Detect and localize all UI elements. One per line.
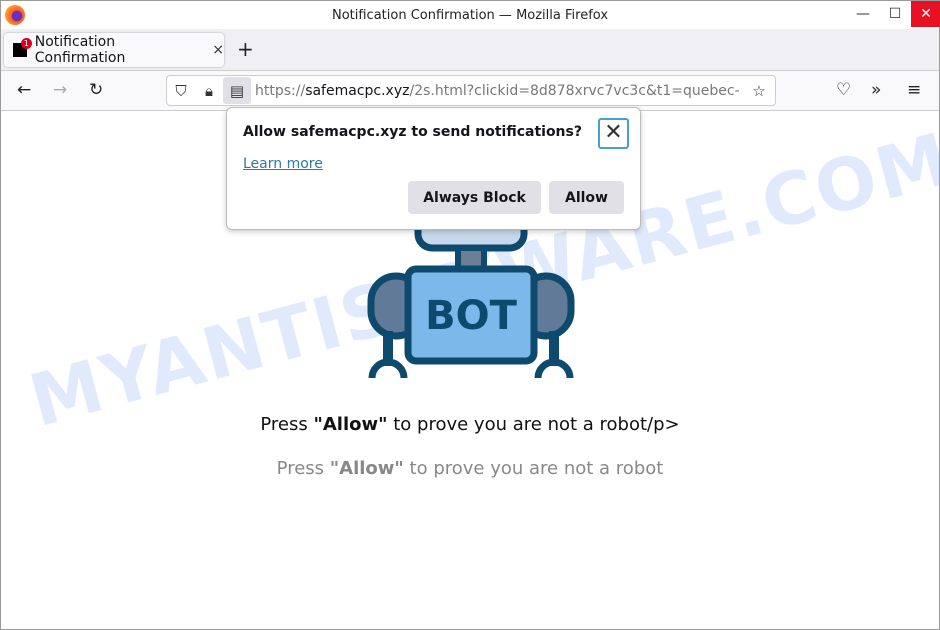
allow-button[interactable]: Allow xyxy=(549,181,624,214)
nav-bar: ← → ↻ ⛉ 🔒︎ ▤ https://safemacpc.xyz/2s.ht… xyxy=(1,71,939,111)
menu-icon[interactable]: ≡ xyxy=(907,80,921,100)
notification-permission-popup: Allow safemacpc.xyz to send notification… xyxy=(226,107,641,230)
shield-icon[interactable]: ⛉ xyxy=(167,82,195,100)
learn-more-link[interactable]: Learn more xyxy=(243,156,323,172)
tab-bar: Notification Confirmation × + xyxy=(1,29,939,71)
pocket-icon[interactable]: ♡ xyxy=(836,80,851,100)
window-title: Notification Confirmation — Mozilla Fire… xyxy=(331,8,609,23)
url-text[interactable]: https://safemacpc.xyz/2s.html?clickid=8d… xyxy=(255,83,745,99)
favicon-icon xyxy=(13,38,32,57)
instruction-text-secondary: Press "Allow" to prove you are not a rob… xyxy=(276,458,664,479)
overflow-icon[interactable]: » xyxy=(871,80,881,100)
bot-label: BOT xyxy=(425,293,517,339)
reload-button[interactable]: ↻ xyxy=(89,80,103,100)
star-icon[interactable]: ☆ xyxy=(745,82,773,100)
robot-icon: BOT xyxy=(367,226,575,379)
new-tab-button[interactable]: + xyxy=(237,37,254,61)
close-window-button[interactable]: ✕ xyxy=(911,1,940,27)
maximize-button[interactable]: ☐ xyxy=(880,1,910,27)
title-bar: Notification Confirmation — Mozilla Fire… xyxy=(1,1,940,29)
url-bar[interactable]: ⛉ 🔒︎ ▤ https://safemacpc.xyz/2s.html?cli… xyxy=(166,75,776,106)
instruction-text: Press "Allow" to prove you are not a rob… xyxy=(260,414,680,435)
lock-icon[interactable]: 🔒︎ xyxy=(195,82,223,100)
tab-close-icon[interactable]: × xyxy=(212,42,224,58)
popup-title: Allow safemacpc.xyz to send notification… xyxy=(243,124,582,140)
tab-notification-confirmation[interactable]: Notification Confirmation × xyxy=(4,33,224,67)
back-button[interactable]: ← xyxy=(17,80,31,100)
popup-close-button[interactable]: ✕ xyxy=(598,118,629,149)
always-block-button[interactable]: Always Block xyxy=(408,181,541,214)
tab-label: Notification Confirmation xyxy=(34,34,126,66)
notification-permission-icon[interactable]: ▤ xyxy=(223,77,251,104)
minimize-button[interactable]: — xyxy=(848,1,878,27)
forward-button[interactable]: → xyxy=(53,80,67,100)
